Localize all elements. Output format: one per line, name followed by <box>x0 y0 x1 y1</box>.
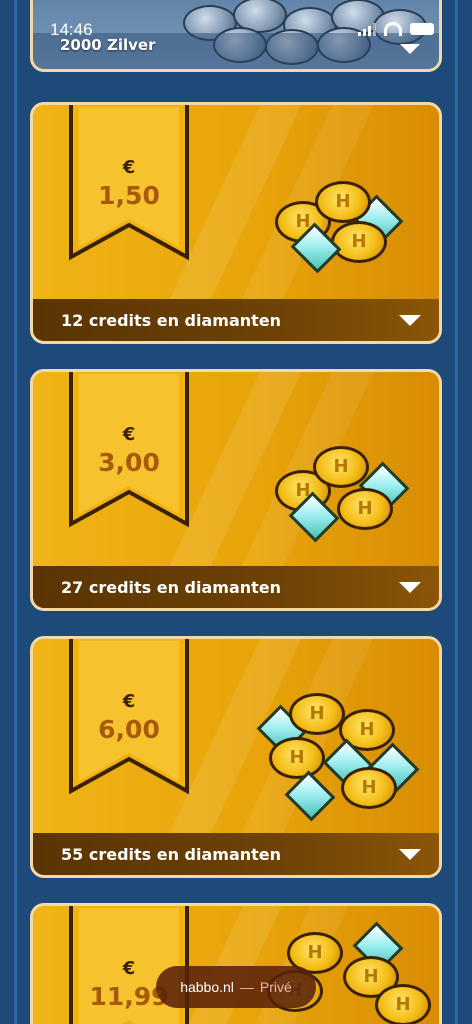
private-mode-label: Privé <box>259 979 292 995</box>
price-ribbon: € 3,00 <box>67 372 191 532</box>
chevron-down-icon[interactable] <box>399 582 421 593</box>
chevron-down-icon[interactable] <box>400 44 420 54</box>
offer-label: 2000 Zilver <box>60 36 156 54</box>
offer-label: 12 credits en diamanten <box>61 310 282 330</box>
offer-footer[interactable]: 27 credits en diamanten <box>33 566 439 608</box>
price-value: 6,00 <box>98 715 160 744</box>
offer-card[interactable]: € 3,00 27 credits en diamanten <box>30 369 442 611</box>
offer-footer[interactable]: 55 credits en diamanten <box>33 833 439 875</box>
chevron-down-icon[interactable] <box>399 315 421 326</box>
price-value: 1,50 <box>98 181 160 210</box>
offer-label: 27 credits en diamanten <box>61 577 282 597</box>
url-pill[interactable]: habbo.nl — Privé <box>156 966 316 1008</box>
offer-label: 55 credits en diamanten <box>61 844 282 864</box>
offer-footer[interactable]: 12 credits en diamanten <box>33 299 439 341</box>
price-currency: € <box>122 424 136 445</box>
price-ribbon: € 6,00 <box>67 639 191 799</box>
offer-card[interactable]: € 1,50 12 credits en diamanten <box>30 102 442 344</box>
price-ribbon: € 1,50 <box>67 105 191 265</box>
price-currency: € <box>122 157 136 178</box>
url-host: habbo.nl <box>180 979 234 995</box>
url-separator: — <box>239 979 254 995</box>
price-currency: € <box>122 691 136 712</box>
price-value: 3,00 <box>98 448 160 477</box>
coin-pile-icon <box>269 177 409 277</box>
chevron-down-icon[interactable] <box>399 849 421 860</box>
right-rail <box>455 0 458 1024</box>
coin-pile-icon <box>255 691 420 823</box>
coin-pile-icon <box>273 444 413 544</box>
offer-card[interactable]: € 6,00 55 credits en diamanten <box>30 636 442 878</box>
left-rail <box>14 0 17 1024</box>
